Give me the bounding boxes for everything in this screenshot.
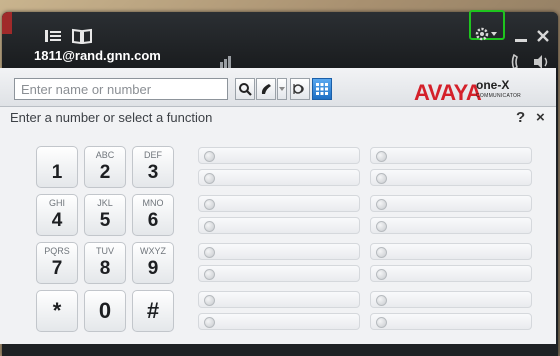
key-8[interactable]: TUV 8 — [84, 242, 126, 284]
call-appearance-slot[interactable] — [370, 147, 532, 164]
key-1[interactable]: 1 — [36, 146, 78, 188]
search-input[interactable] — [14, 78, 228, 100]
line-status-icon — [376, 151, 387, 162]
key-3[interactable]: DEF 3 — [132, 146, 174, 188]
line-status-icon — [376, 173, 387, 184]
key-9[interactable]: WXYZ 9 — [132, 242, 174, 284]
call-appearance-slot[interactable] — [198, 265, 360, 282]
line-status-icon — [204, 295, 215, 306]
call-appearance-slot[interactable] — [198, 217, 360, 234]
search-button[interactable] — [235, 78, 255, 100]
line-status-icon — [376, 295, 387, 306]
key-0[interactable]: 0 — [84, 290, 126, 332]
key-star[interactable]: * — [36, 290, 78, 332]
avaya-logo: AVAYA — [414, 80, 482, 105]
call-appearance-slot[interactable] — [198, 313, 360, 330]
call-options-dropdown[interactable] — [277, 78, 287, 100]
search-icon — [239, 83, 252, 96]
voicemail-button[interactable] — [290, 78, 310, 100]
call-appearance-slot[interactable] — [198, 169, 360, 186]
line-status-icon — [204, 317, 215, 328]
close-icon[interactable] — [536, 29, 550, 47]
dropdown-arrow-icon — [279, 87, 285, 91]
key-6[interactable]: MNO 6 — [132, 194, 174, 236]
line-status-icon — [204, 151, 215, 162]
call-appearance-slot[interactable] — [370, 291, 532, 308]
call-appearance-slot[interactable] — [370, 169, 532, 186]
line-status-icon — [204, 247, 215, 258]
call-appearance-slot[interactable] — [370, 265, 532, 282]
call-appearance-slot[interactable] — [370, 217, 532, 234]
line-status-icon — [376, 221, 387, 232]
help-icon[interactable]: ? — [516, 109, 525, 126]
contacts-list-icon[interactable] — [44, 28, 62, 48]
account-address: 1811@rand.gnn.com — [34, 48, 161, 63]
call-appearance-slot[interactable] — [370, 243, 532, 260]
line-status-icon — [204, 173, 215, 184]
dialpad-button[interactable] — [312, 78, 332, 100]
minimize-icon[interactable] — [514, 30, 528, 48]
call-button[interactable] — [256, 78, 276, 100]
panel-close-icon[interactable]: × — [536, 109, 545, 126]
window-corner-accent — [2, 12, 12, 34]
key-2[interactable]: ABC 2 — [84, 146, 126, 188]
onex-logo: one-X — [476, 78, 510, 92]
voicemail-icon — [293, 84, 304, 94]
call-appearance-slot[interactable] — [198, 243, 360, 260]
line-status-icon — [204, 221, 215, 232]
line-status-icon — [376, 269, 387, 280]
line-status-icon — [204, 269, 215, 280]
line-status-icon — [376, 247, 387, 258]
line-status-icon — [204, 199, 215, 210]
call-appearance-slot[interactable] — [198, 291, 360, 308]
call-icon — [261, 84, 271, 94]
settings-gear-icon[interactable] — [474, 26, 500, 46]
call-appearance-slot[interactable] — [370, 195, 532, 212]
line-status-icon — [376, 199, 387, 210]
call-appearance-slot[interactable] — [198, 195, 360, 212]
call-appearance-slot[interactable] — [370, 313, 532, 330]
communicator-label: COMMUNICATOR — [476, 93, 522, 99]
panel-instructions: Enter a number or select a function — [10, 110, 213, 125]
call-appearance-slot[interactable] — [198, 147, 360, 164]
dialpad-icon — [316, 83, 328, 95]
key-4[interactable]: GHI 4 — [36, 194, 78, 236]
key-hash[interactable]: # — [132, 290, 174, 332]
key-7[interactable]: PQRS 7 — [36, 242, 78, 284]
key-5[interactable]: JKL 5 — [84, 194, 126, 236]
directory-book-icon[interactable] — [72, 28, 92, 48]
line-status-icon — [376, 317, 387, 328]
